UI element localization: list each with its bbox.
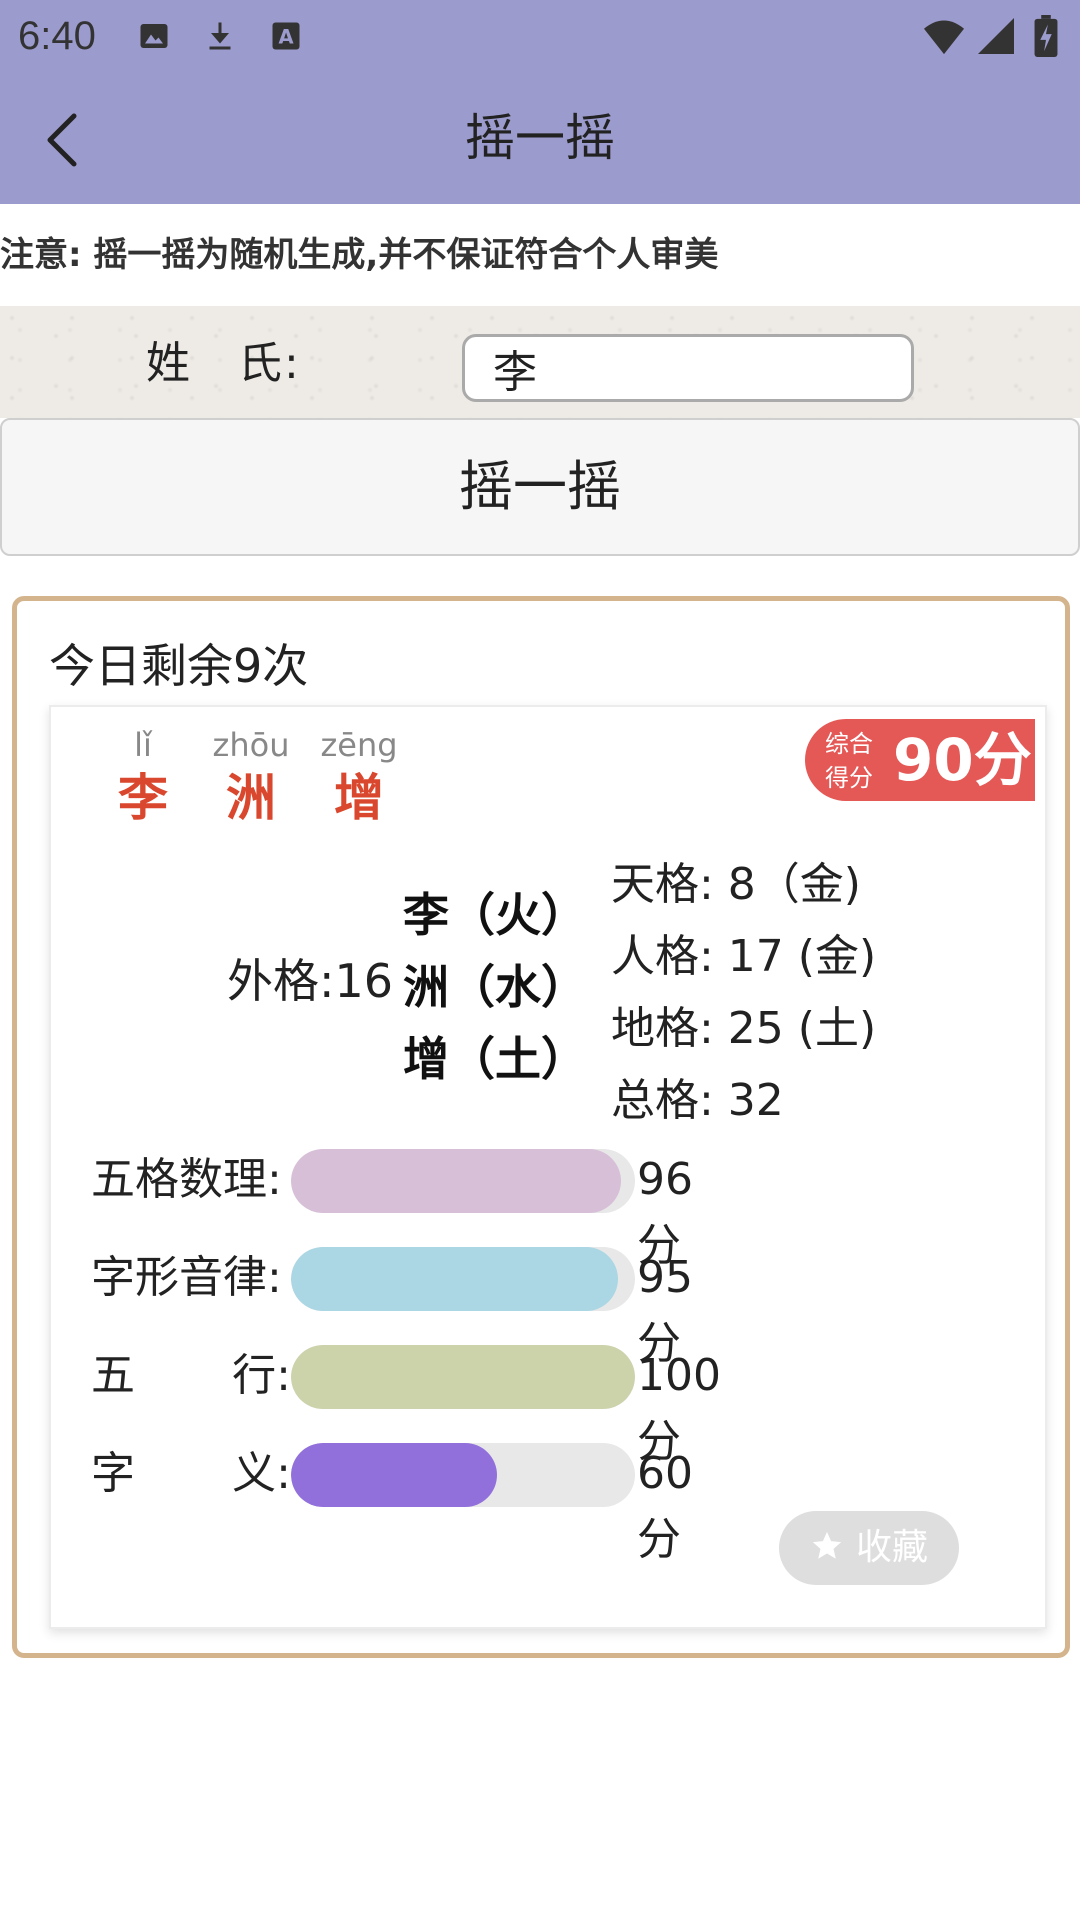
element-line: 洲（水）: [403, 960, 587, 1014]
bar-track: [291, 1345, 635, 1409]
bar-label-right: 义:: [232, 1448, 291, 1499]
bar-label-left: 字形音律:: [91, 1252, 282, 1303]
heaven-grid: 天格: 8（金): [611, 859, 861, 910]
hanzi: 李: [118, 769, 168, 827]
status-time: 6:40: [18, 14, 96, 58]
notice-text: 注意: 摇一摇为随机生成,并不保证符合个人审美: [0, 235, 719, 275]
svg-text:A: A: [278, 26, 293, 49]
bar-track: [291, 1247, 635, 1311]
name-chars: lǐ 李 zhōu 洲 zēng 增: [89, 725, 413, 831]
total-grid: 总格: 32: [611, 1075, 784, 1126]
bar-fill: [291, 1443, 498, 1507]
favorite-button[interactable]: 收藏: [779, 1511, 959, 1585]
download-icon: [209, 22, 231, 50]
person-grid: 人格: 17 (金): [611, 931, 877, 982]
image-icon: [140, 24, 168, 48]
bar-track: [291, 1443, 635, 1507]
favorite-label: 收藏: [855, 1527, 928, 1568]
pinyin: zhōu: [212, 726, 290, 764]
element-line: 李（火）: [403, 888, 587, 942]
app-bar: 摇一摇: [0, 72, 1080, 204]
bar-label-left: 字: [91, 1448, 135, 1499]
result-panel: 今日剩余9次 lǐ 李 zhōu 洲 zēng 增 综合得分 90分 外格:16…: [12, 596, 1070, 1658]
bar-label-right: 行:: [232, 1350, 291, 1401]
name-char: lǐ 李: [89, 725, 197, 831]
surname-row: 姓 氏:: [0, 306, 1080, 418]
element-line: 增（土）: [403, 1032, 587, 1086]
battery-charging-icon: [1034, 15, 1058, 57]
bar-label-left: 五格数理:: [91, 1154, 282, 1205]
pinyin: zēng: [320, 726, 398, 764]
star-icon: [812, 1531, 842, 1559]
shake-button[interactable]: 摇一摇: [0, 418, 1080, 556]
bar-fill: [291, 1345, 635, 1409]
bar-value: 60分: [637, 1448, 693, 1565]
bar-track: [291, 1149, 635, 1213]
pinyin: lǐ: [134, 726, 152, 764]
grid-list: 天格: 8（金) 人格: 17 (金) 地格: 25 (土) 总格: 32: [611, 849, 876, 1137]
bar-label: 五 行:: [91, 1343, 291, 1409]
score-caption: 综合得分: [825, 730, 873, 792]
bar-label-left: 五: [91, 1350, 135, 1401]
name-char: zhōu 洲: [197, 725, 305, 831]
score-value: 90分: [893, 726, 1032, 794]
score-badge: 综合得分 90分: [805, 719, 1035, 801]
bar-label: 字 义:: [91, 1441, 291, 1507]
page-title: 摇一摇: [465, 109, 615, 167]
earth-grid: 地格: 25 (土): [611, 1003, 877, 1054]
hanzi: 增: [334, 769, 384, 827]
status-bar: 6:40 A: [0, 0, 1080, 72]
signal-icon: [978, 18, 1014, 54]
remaining-count: 今日剩余9次: [49, 639, 309, 693]
bar-label: 五格数理:: [91, 1147, 291, 1213]
bar-fill: [291, 1247, 618, 1311]
outer-grid: 外格:16: [227, 954, 394, 1008]
font-icon: A: [272, 22, 300, 50]
name-card: lǐ 李 zhōu 洲 zēng 增 综合得分 90分 外格:16 李（火） 洲…: [49, 705, 1047, 1629]
name-char: zēng 增: [305, 725, 413, 831]
surname-input[interactable]: [462, 334, 914, 402]
wifi-icon: [924, 20, 964, 55]
bar-label: 字形音律:: [91, 1245, 291, 1311]
surname-label: 姓 氏:: [146, 338, 301, 389]
element-list: 李（火） 洲（水） 增（土）: [403, 879, 587, 1095]
hanzi: 洲: [226, 769, 276, 827]
bar-fill: [291, 1149, 622, 1213]
